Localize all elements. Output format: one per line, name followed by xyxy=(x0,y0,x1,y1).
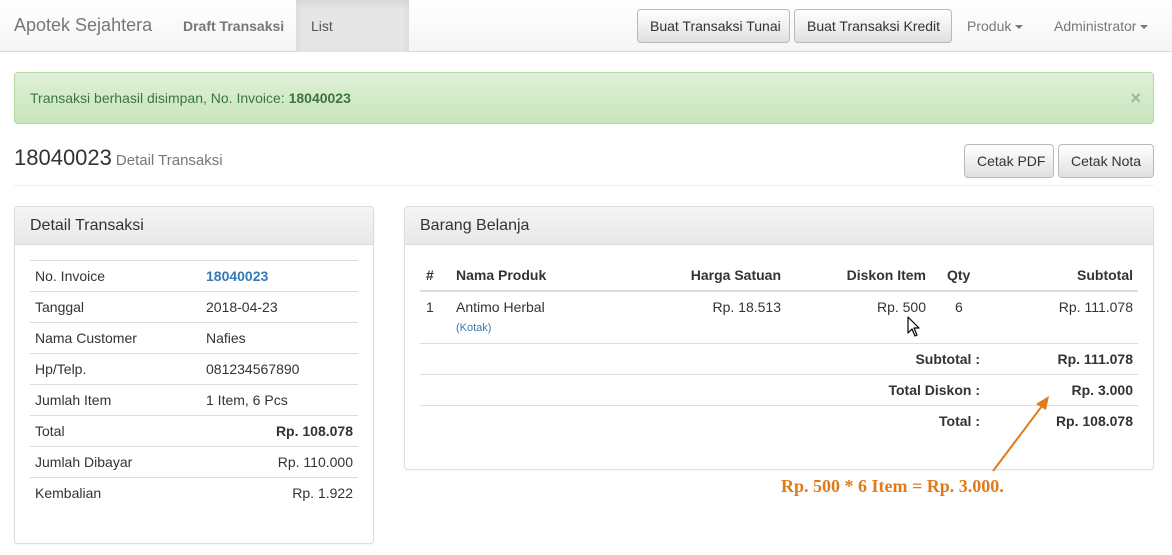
panel-heading: Barang Belanja xyxy=(405,207,1153,245)
summary-value: Rp. 111.078 xyxy=(1057,351,1133,367)
item-price: Rp. 18.513 xyxy=(712,299,782,315)
row-label: Hp/Telp. xyxy=(30,353,201,385)
table-row: No. Invoice 18040023 xyxy=(30,260,358,292)
invoice-link[interactable]: 18040023 xyxy=(201,260,358,292)
col-diskon-item: Diskon Item xyxy=(846,267,926,283)
annotation-text: Rp. 500 * 6 Item = Rp. 3.000. xyxy=(781,476,1004,496)
summary-label: Total Diskon : xyxy=(888,382,980,398)
row-label: Jumlah Dibayar xyxy=(30,446,201,478)
produk-dropdown[interactable]: Produk xyxy=(952,0,1038,52)
row-value: Rp. 1.922 xyxy=(201,477,358,509)
table-header: # Nama Produk Harga Satuan Diskon Item Q… xyxy=(420,260,1138,292)
buat-transaksi-kredit-button[interactable]: Buat Transaksi Kredit xyxy=(794,9,952,43)
detail-transaksi-panel: Detail Transaksi No. Invoice 18040023 Tan… xyxy=(14,206,374,544)
row-label: Nama Customer xyxy=(30,322,201,354)
item-name: Antimo Herbal xyxy=(456,299,545,315)
produk-label: Produk xyxy=(967,18,1012,34)
summary-value: Rp. 3.000 xyxy=(1071,382,1133,398)
summary-label: Subtotal : xyxy=(915,351,980,367)
mouse-cursor-icon xyxy=(907,316,920,337)
col-nama-produk: Nama Produk xyxy=(456,267,547,283)
row-value: Nafies xyxy=(201,322,358,354)
table-row: Hp/Telp. 081234567890 xyxy=(30,353,358,385)
row-value: Rp. 110.000 xyxy=(201,446,358,478)
table-row: Tanggal 2018-04-23 xyxy=(30,291,358,323)
row-label: Tanggal xyxy=(30,291,201,323)
panel-heading: Detail Transaksi xyxy=(15,207,373,245)
close-icon[interactable]: × xyxy=(1130,73,1141,123)
table-row: 1 Antimo Herbal (Kotak) Rp. 18.513 Rp. 5… xyxy=(420,292,1138,344)
caret-down-icon xyxy=(1015,25,1024,30)
divider xyxy=(14,185,1154,186)
invoice-value[interactable]: 18040023 xyxy=(206,268,268,284)
alert-message: Transaksi berhasil disimpan, No. Invoice… xyxy=(30,90,289,106)
detail-table: No. Invoice 18040023 Tanggal 2018-04-23 Na… xyxy=(30,260,358,509)
table-row: Nama Customer Nafies xyxy=(30,322,358,354)
row-label: Total xyxy=(30,415,201,447)
col-harga-satuan: Harga Satuan xyxy=(690,267,781,283)
page-title: 18040023 Detail Transaksi xyxy=(14,145,223,171)
row-label: Jumlah Item xyxy=(30,384,201,416)
item-qty: 6 xyxy=(955,299,963,315)
item-subtotal: Rp. 111.078 xyxy=(1058,299,1133,315)
item-unit: (Kotak) xyxy=(456,322,492,334)
col-qty: Qty xyxy=(947,267,971,283)
administrator-label: Administrator xyxy=(1054,18,1137,34)
row-value: 2018-04-23 xyxy=(201,291,358,323)
row-value: Rp. 108.078 xyxy=(201,415,358,447)
row-value: 1 Item, 6 Pcs xyxy=(201,384,358,416)
summary-label: Total : xyxy=(939,413,980,429)
summary-value: Rp. 108.078 xyxy=(1055,413,1133,429)
page-invoice: 18040023 xyxy=(14,145,112,170)
nav-draft-transaksi[interactable]: Draft Transaksi xyxy=(168,0,299,52)
item-discount: Rp. 500 xyxy=(876,299,926,315)
table-row: Jumlah Item 1 Item, 6 Pcs xyxy=(30,384,358,416)
brand-logo[interactable]: Apotek Sejahtera xyxy=(14,15,152,36)
alert-invoice: 18040023 xyxy=(288,90,351,106)
table-row: Kembalian Rp. 1.922 xyxy=(30,477,358,509)
col-subtotal: Subtotal xyxy=(1077,267,1133,283)
row-label: No. Invoice xyxy=(30,260,201,292)
summary-row: Subtotal : Rp. 111.078 xyxy=(420,344,1138,375)
table-row: Total Rp. 108.078 xyxy=(30,415,358,447)
administrator-dropdown[interactable]: Administrator xyxy=(1039,0,1163,52)
page-subtitle: Detail Transaksi xyxy=(115,152,223,169)
table-row: Jumlah Dibayar Rp. 110.000 xyxy=(30,446,358,478)
row-label: Kembalian xyxy=(30,477,201,509)
caret-down-icon xyxy=(1140,25,1149,30)
buat-transaksi-tunai-button[interactable]: Buat Transaksi Tunai xyxy=(637,9,790,43)
item-no: 1 xyxy=(426,299,434,315)
row-value: 081234567890 xyxy=(201,353,358,385)
col-no: # xyxy=(426,267,434,283)
navbar: Apotek Sejahtera Draft Transaksi List Tr… xyxy=(0,0,1172,86)
success-alert: Transaksi berhasil disimpan, No. Invoice… xyxy=(14,72,1154,124)
nav-list-transaksi[interactable]: List Transaksi xyxy=(296,0,409,86)
annotation-arrow-icon xyxy=(992,396,1049,472)
cetak-nota-button[interactable]: Cetak Nota xyxy=(1058,144,1154,178)
cetak-pdf-button[interactable]: Cetak PDF xyxy=(964,144,1054,178)
